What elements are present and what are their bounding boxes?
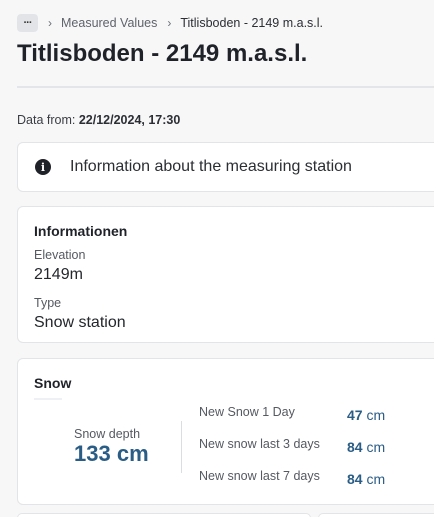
station-info-button[interactable]: i Information about the measuring statio…: [17, 142, 434, 192]
snow-depth-number: 133: [74, 441, 111, 466]
new-snow-7-days-label: New snow last 7 days: [199, 469, 320, 483]
type-label: Type: [34, 296, 62, 310]
elevation-value: 2149m: [34, 266, 83, 283]
breadcrumb-current: Titlisboden - 2149 m.a.s.l.: [180, 16, 324, 30]
title-divider: [17, 86, 434, 88]
stat-number: 47: [347, 407, 363, 423]
stat-unit: cm: [366, 407, 386, 423]
data-from-value: 22/12/2024, 17:30: [78, 113, 181, 127]
breadcrumb-link-measured-values[interactable]: Measured Values: [61, 16, 157, 30]
snow-depth-unit: cm: [116, 441, 149, 466]
page: ··· › Measured Values › Titlisboden - 21…: [0, 0, 434, 517]
stats-divider: [181, 421, 182, 473]
chevron-right-icon: ›: [48, 16, 52, 30]
type-value: Snow station: [34, 314, 126, 331]
new-snow-7-days-value: 84 cm: [347, 471, 385, 487]
breadcrumb-more-button[interactable]: ···: [17, 14, 38, 32]
new-snow-1-day-value: 47 cm: [347, 407, 385, 423]
snow-depth-label: Snow depth: [74, 427, 141, 441]
chevron-right-icon: ›: [167, 16, 172, 30]
page-title: Titlisboden - 2149 m.a.s.l.: [17, 40, 308, 67]
breadcrumb: ··· › Measured Values › Titlisboden - 21…: [17, 13, 323, 33]
snow-depth-value: 133 cm: [74, 441, 149, 467]
heading-underline: [34, 398, 62, 400]
stat-number: 84: [347, 471, 363, 487]
stat-unit: cm: [366, 471, 386, 487]
info-circle-icon: i: [35, 159, 51, 175]
new-snow-3-days-label: New snow last 3 days: [199, 437, 320, 451]
stat-number: 84: [347, 439, 363, 455]
elevation-label: Elevation: [34, 248, 86, 262]
new-snow-1-day-label: New Snow 1 Day: [199, 405, 295, 419]
station-info-label: Information about the measuring station: [70, 158, 352, 175]
next-card-right: [318, 513, 434, 517]
snow-heading: Snow: [34, 375, 72, 391]
next-card-left: [17, 513, 311, 517]
new-snow-3-days-value: 84 cm: [347, 439, 385, 455]
data-from-label: Data from:: [17, 113, 76, 127]
stat-unit: cm: [366, 439, 386, 455]
snow-card: Snow Snow depth 133 cm New Snow 1 Day 47…: [17, 358, 434, 505]
details-heading: Informationen: [34, 223, 128, 239]
data-timestamp: Data from: 22/12/2024, 17:30: [17, 113, 180, 127]
details-card: Informationen Elevation 2149m Type Snow …: [17, 206, 434, 343]
